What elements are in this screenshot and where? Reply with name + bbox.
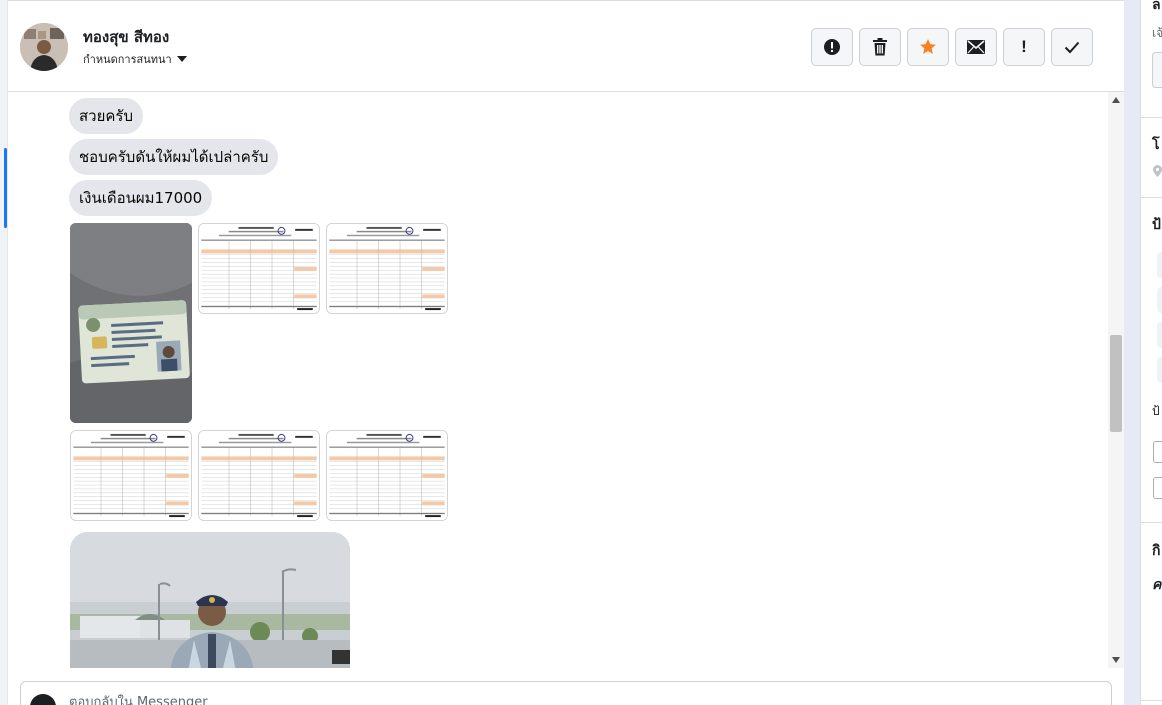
panel-section-title: โ (1152, 137, 1160, 153)
scroll-down-arrow-icon[interactable] (1112, 657, 1120, 663)
star-icon (920, 39, 936, 54)
scroll-up-arrow-icon[interactable] (1112, 97, 1120, 103)
panel-section-title: ล (1152, 0, 1161, 13)
conversation-label-dropdown[interactable]: กำหนดการสนทนา (83, 50, 187, 68)
reply-input[interactable] (69, 691, 669, 705)
panel-divider (1141, 117, 1162, 118)
message-bubble[interactable]: สวยครับ (69, 98, 143, 134)
panel-chip[interactable] (1157, 357, 1162, 383)
checkmark-icon (1064, 41, 1080, 53)
message-bubble[interactable]: เงินเดือนผม17000 (69, 180, 213, 216)
pay-slip-attachment[interactable] (70, 430, 192, 521)
panel-checkbox[interactable] (1153, 441, 1162, 463)
mark-spam-button[interactable] (811, 28, 853, 66)
panel-section-text: ค (1152, 577, 1162, 593)
panel-chip[interactable] (1157, 252, 1162, 278)
conversation-pane: ทองสุข สีทอง กำหนดการสนทนา ! สวยครับ ชอบ… (8, 0, 1124, 705)
panel-input-box[interactable] (1152, 52, 1162, 88)
alert-circle-icon (824, 39, 840, 55)
panel-chip[interactable] (1157, 322, 1162, 348)
conversation-toolbar: ! (811, 28, 1093, 66)
contact-details-panel: ล เจ้ โ ป้ ป้ กิ ค (1140, 0, 1162, 705)
contact-name[interactable]: ทองสุข สีทอง (83, 25, 169, 49)
delete-button[interactable] (859, 28, 901, 66)
person-photo-attachment[interactable] (70, 532, 350, 668)
panel-chip[interactable] (1157, 287, 1162, 313)
message-bubble[interactable]: ชอบครับดันให้ผมได้เปล่าครับ (69, 139, 279, 175)
pay-slip-attachment[interactable] (198, 430, 320, 521)
scrollbar-thumb[interactable] (1110, 335, 1122, 432)
panel-divider (1141, 522, 1162, 523)
mark-done-button[interactable] (1051, 28, 1093, 66)
contact-avatar[interactable] (20, 23, 68, 71)
location-pin-icon (1153, 165, 1162, 177)
panel-divider (1141, 700, 1162, 701)
panel-section-text: เจ้ (1152, 26, 1162, 40)
active-conversation-indicator (4, 148, 7, 228)
exclamation-icon: ! (1021, 37, 1027, 56)
caret-down-icon (176, 56, 187, 62)
pay-slip-attachment[interactable] (326, 430, 448, 521)
inbox-window: ทองสุข สีทอง กำหนดการสนทนา ! สวยครับ ชอบ… (0, 0, 1162, 705)
thread-scrollbar[interactable] (1108, 92, 1124, 668)
trash-icon (873, 38, 887, 56)
mark-important-button[interactable]: ! (1003, 28, 1045, 66)
panel-section-title: ป้ (1152, 217, 1161, 233)
envelope-icon (967, 40, 985, 54)
panel-section-text: ป้ (1152, 404, 1160, 418)
conversation-list-edge[interactable] (0, 0, 8, 705)
mark-unread-button[interactable] (955, 28, 997, 66)
pay-slip-attachment[interactable] (198, 223, 320, 314)
panel-gutter (1124, 0, 1140, 705)
pay-slip-attachment[interactable] (326, 223, 448, 314)
id-card-photo-attachment[interactable] (70, 223, 192, 423)
conversation-label-text: กำหนดการสนทนา (83, 53, 172, 66)
conversation-header: ทองสุข สีทอง กำหนดการสนทนา ! (8, 3, 1124, 92)
star-button[interactable] (907, 28, 949, 66)
panel-section-title: กิ (1152, 543, 1161, 559)
message-thread[interactable]: สวยครับ ชอบครับดันให้ผมได้เปล่าครับ เงิน… (8, 92, 1108, 668)
page-avatar (30, 694, 56, 705)
panel-checkbox[interactable] (1153, 477, 1162, 499)
panel-divider (1141, 197, 1162, 198)
message-composer[interactable] (20, 681, 1112, 705)
